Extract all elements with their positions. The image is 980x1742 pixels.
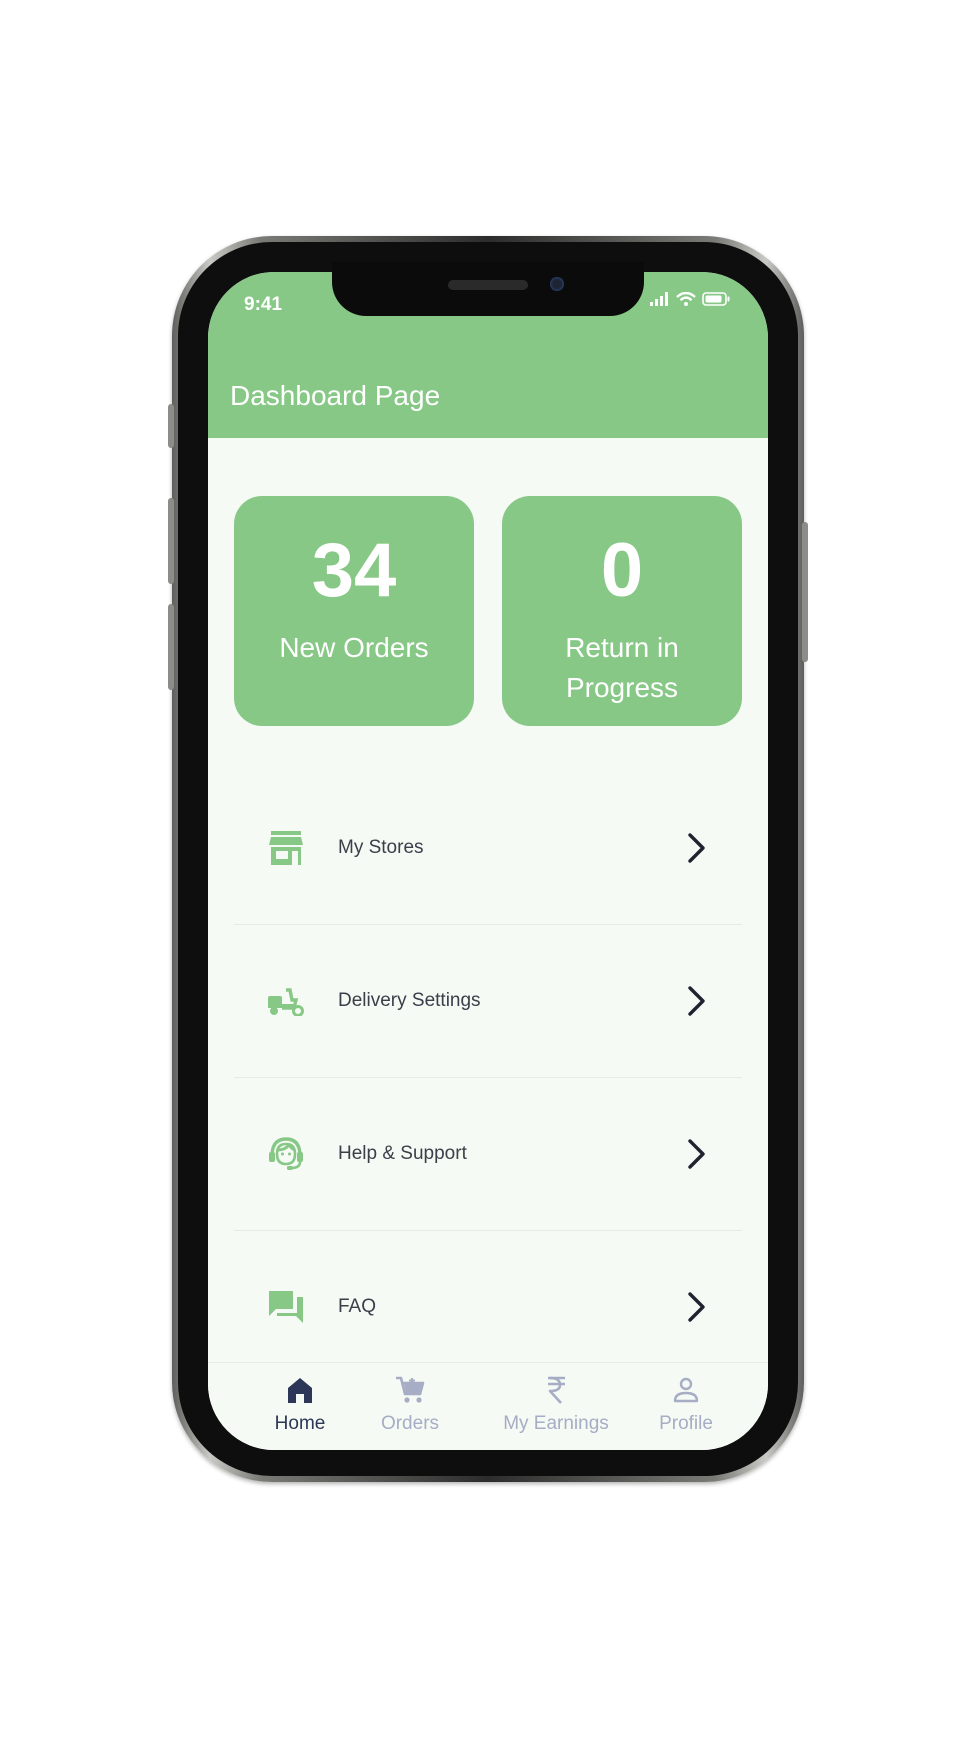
- menu-item-label: FAQ: [338, 1296, 377, 1317]
- menu-list: My Stores Delivery Settings Help & Suppo…: [234, 772, 742, 1384]
- nav-item-profile[interactable]: Profile: [650, 1375, 722, 1435]
- menu-item-label: Delivery Settings: [338, 990, 481, 1011]
- home-icon: [288, 1378, 312, 1403]
- page-title: Dashboard Page: [230, 380, 441, 411]
- phone-side-button: [168, 404, 174, 448]
- nav-item-label: Home: [274, 1413, 326, 1434]
- menu-item-delivery-settings[interactable]: Delivery Settings: [234, 925, 742, 1078]
- scooter-icon: [266, 981, 306, 1021]
- menu-item-my-stores[interactable]: My Stores: [234, 772, 742, 925]
- menu-item-label: My Stores: [338, 837, 424, 858]
- app-screen: 9:41 Dashboard Page 34 New Orders 0 Retu…: [208, 272, 768, 1450]
- menu-item-help-support[interactable]: Help & Support: [234, 1078, 742, 1231]
- new-orders-count: 34: [311, 528, 397, 613]
- signal-icon: [650, 292, 668, 306]
- phone-side-button: [168, 604, 174, 690]
- forum-icon: [266, 1287, 306, 1327]
- menu-item-label: Help & Support: [338, 1143, 467, 1164]
- chevron-right-icon: [688, 986, 705, 1016]
- new-orders-card[interactable]: 34 New Orders: [234, 496, 474, 726]
- nav-item-home[interactable]: Home: [264, 1375, 336, 1435]
- phone-side-button: [802, 522, 808, 662]
- return-in-progress-label: Return in Progress: [565, 632, 679, 703]
- phone-side-button: [168, 498, 174, 584]
- rupee-icon: [548, 1376, 565, 1404]
- speaker-grille: [448, 280, 528, 290]
- nav-item-label: My Earnings: [503, 1413, 609, 1434]
- front-camera: [550, 277, 564, 291]
- status-time: 9:41: [244, 294, 283, 315]
- return-in-progress-count: 0: [600, 528, 644, 613]
- battery-icon: [702, 292, 730, 306]
- nav-item-label: Profile: [659, 1413, 713, 1434]
- cart-icon: [396, 1376, 425, 1403]
- status-icons: [650, 292, 730, 306]
- bottom-navigation: Home Orders My Earnings Profile: [208, 1362, 768, 1450]
- nav-item-label: Orders: [380, 1413, 440, 1434]
- person-icon: [673, 1377, 699, 1403]
- chevron-right-icon: [688, 833, 705, 863]
- wifi-icon: [676, 292, 696, 306]
- chevron-right-icon: [688, 1139, 705, 1169]
- nav-item-my-earnings[interactable]: My Earnings: [490, 1375, 622, 1435]
- store-icon: [266, 828, 306, 868]
- support-agent-icon: [266, 1134, 306, 1174]
- phone-notch: [332, 262, 644, 316]
- new-orders-label: New Orders: [279, 632, 429, 663]
- nav-item-orders[interactable]: Orders: [372, 1375, 448, 1435]
- chevron-right-icon: [688, 1292, 705, 1322]
- return-in-progress-card[interactable]: 0 Return in Progress: [502, 496, 742, 726]
